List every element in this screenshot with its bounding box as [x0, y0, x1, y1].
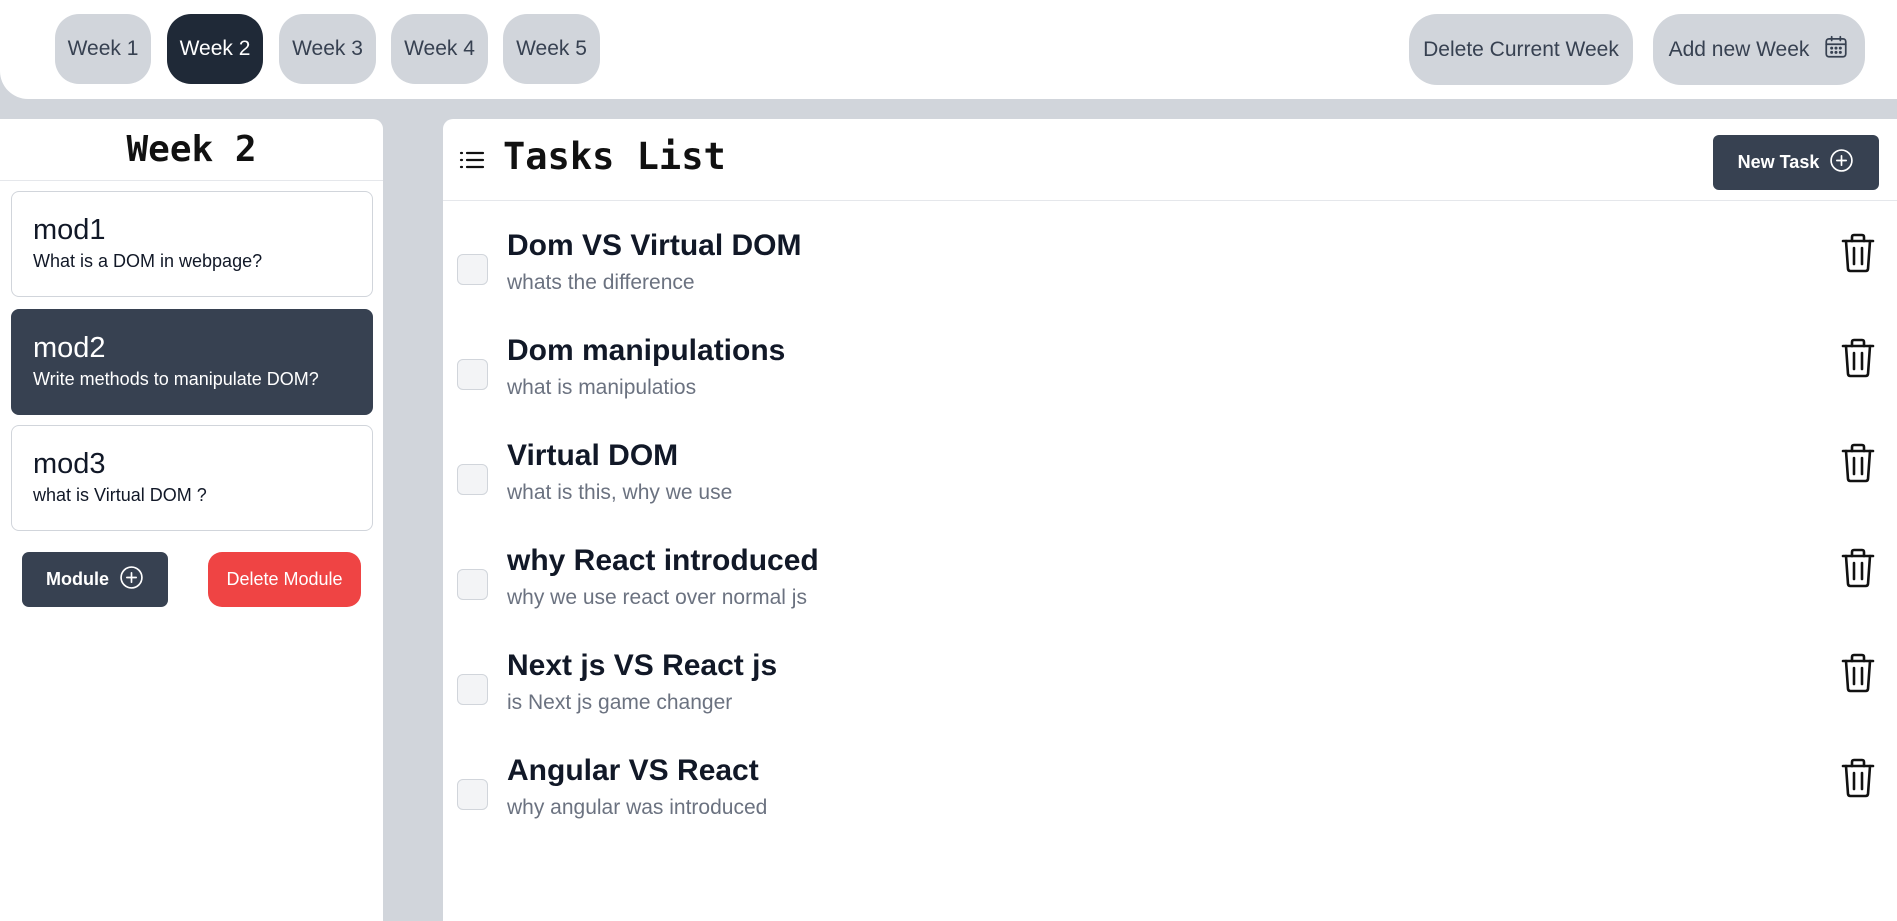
task-checkbox[interactable]: [457, 779, 488, 810]
task-desc: what is this, why we use: [507, 481, 733, 504]
task-title: Dom VS Virtual DOM: [507, 229, 802, 262]
plus-circle-icon: [119, 565, 144, 595]
task-checkbox[interactable]: [457, 359, 488, 390]
task-row: Dom manipulations what is manipulatios: [443, 334, 1897, 434]
trash-icon[interactable]: [1840, 443, 1876, 488]
trash-icon[interactable]: [1840, 653, 1876, 698]
trash-icon[interactable]: [1840, 758, 1876, 803]
task-desc: why angular was introduced: [507, 796, 768, 819]
page-title: Tasks List: [503, 135, 726, 178]
delete-week-label: Delete Current Week: [1423, 37, 1619, 61]
tab-week-4[interactable]: Week 4: [391, 14, 488, 84]
trash-icon[interactable]: [1840, 548, 1876, 593]
tab-week-5[interactable]: Week 5: [503, 14, 600, 84]
trash-icon[interactable]: [1840, 338, 1876, 383]
task-desc: what is manipulatios: [507, 376, 697, 399]
list-icon: [459, 149, 485, 176]
module-desc: Write methods to manipulate DOM?: [33, 369, 319, 389]
new-task-button[interactable]: New Task: [1713, 135, 1879, 190]
delete-module-button[interactable]: Delete Module: [208, 552, 361, 607]
week-title: Week 2: [0, 119, 383, 181]
task-row: Dom VS Virtual DOM whats the difference: [443, 229, 1897, 329]
task-checkbox[interactable]: [457, 464, 488, 495]
module-desc: what is Virtual DOM ?: [33, 485, 207, 505]
new-task-label: New Task: [1737, 152, 1820, 172]
week-bar: Week 1 Week 2 Week 3 Week 4 Week 5 Delet…: [0, 0, 1897, 99]
delete-module-label: Delete Module: [226, 569, 343, 589]
add-week-button[interactable]: Add new Week: [1653, 14, 1865, 85]
tab-week-1[interactable]: Week 1: [55, 14, 151, 84]
task-checkbox[interactable]: [457, 569, 488, 600]
task-title: Angular VS React: [507, 754, 759, 787]
module-name: mod2: [33, 332, 106, 364]
task-row: Virtual DOM what is this, why we use: [443, 439, 1897, 539]
task-row: Next js VS React js is Next js game chan…: [443, 649, 1897, 749]
task-row: Angular VS React why angular was introdu…: [443, 754, 1897, 854]
delete-week-button[interactable]: Delete Current Week: [1409, 14, 1633, 85]
task-title: Virtual DOM: [507, 439, 679, 472]
task-desc: whats the difference: [507, 271, 695, 294]
add-module-label: Module: [46, 569, 109, 589]
module-name: mod3: [33, 448, 106, 480]
task-desc: is Next js game changer: [507, 691, 733, 714]
task-title: why React introduced: [507, 544, 819, 577]
module-name: mod1: [33, 214, 106, 246]
trash-icon[interactable]: [1840, 233, 1876, 278]
module-card[interactable]: mod3 what is Virtual DOM ?: [11, 425, 373, 531]
calendar-icon: [1823, 34, 1849, 66]
task-checkbox[interactable]: [457, 254, 488, 285]
task-checkbox[interactable]: [457, 674, 488, 705]
add-module-button[interactable]: Module: [22, 552, 168, 607]
task-title: Next js VS React js: [507, 649, 778, 682]
plus-circle-icon: [1829, 148, 1854, 178]
module-card[interactable]: mod1 What is a DOM in webpage?: [11, 191, 373, 297]
task-desc: why we use react over normal js: [507, 586, 807, 609]
tasks-header: Tasks List New Task: [443, 119, 1897, 201]
tab-week-3[interactable]: Week 3: [279, 14, 376, 84]
add-week-label: Add new Week: [1668, 37, 1810, 61]
tab-week-2[interactable]: Week 2: [167, 14, 263, 84]
task-row: why React introduced why we use react ov…: [443, 544, 1897, 644]
tasks-panel: Tasks List New Task Dom VS Virtual DOM w…: [443, 119, 1897, 921]
task-title: Dom manipulations: [507, 334, 786, 367]
module-panel: Week 2 mod1 What is a DOM in webpage? mo…: [0, 119, 383, 921]
module-card[interactable]: mod2 Write methods to manipulate DOM?: [11, 309, 373, 415]
module-desc: What is a DOM in webpage?: [33, 251, 263, 271]
